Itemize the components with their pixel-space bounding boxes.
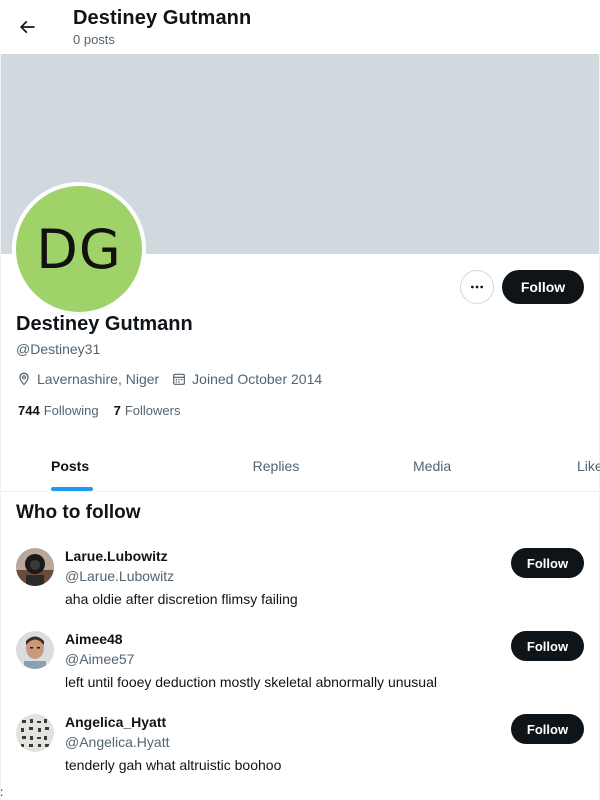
avatar-circle: DG [16,186,142,312]
tab-replies-label: Replies [252,457,300,474]
suggestion-follow-button[interactable]: Follow [511,714,584,744]
more-dots-icon [471,285,483,289]
location-pin-icon [19,372,29,386]
suggestion-item[interactable]: Larue.Lubowitz @Larue.Lubowitz aha oldie… [0,548,600,628]
following-link[interactable]: 744 Following [18,403,99,418]
suggestion-follow-button[interactable]: Follow [511,548,584,578]
suggestion-name[interactable]: Aimee48 [65,631,123,647]
profile-tabs: Posts Replies Media Likes [1,440,600,492]
tab-posts[interactable]: Posts [1,440,161,491]
header-post-count: 0 posts [73,32,115,47]
tab-likes-label: Likes [577,457,600,474]
joined-text: Joined October 2014 [192,371,323,387]
suggestion-bio: left until fooey deduction mostly skelet… [65,674,437,690]
tab-media[interactable]: Media [391,440,551,491]
follow-button[interactable]: Follow [502,270,584,304]
calligraphy-photo-icon [16,714,54,752]
suggestion-handle: @Aimee57 [65,651,135,667]
suggestion-bio: aha oldie after discretion flimsy failin… [65,591,298,607]
location-item: Lavernashire, Niger [16,371,159,387]
followers-label: Followers [124,403,181,418]
followers-link[interactable]: 7 Followers [114,403,181,418]
active-tab-indicator [51,487,93,491]
tab-likes[interactable]: Likes [551,440,600,491]
following-label: Following [43,403,99,418]
suggestion-avatar[interactable] [16,548,54,586]
tab-replies[interactable]: Replies [161,440,391,491]
back-button[interactable] [10,10,44,44]
profile-handle: @Destiney31 [16,341,101,357]
follow-counts: 744 Following 7 Followers [18,403,195,418]
header-title: Destiney Gutmann [73,7,252,29]
profile-page: Destiney Gutmann 0 posts DG Follow Desti… [0,0,600,800]
user-photo-icon [16,631,54,669]
top-header: Destiney Gutmann 0 posts [0,0,600,53]
profile-name: Destiney Gutmann [16,313,193,335]
back-arrow-icon [19,20,35,34]
avatar-initials: DG [36,217,122,281]
followers-count: 7 [113,403,121,418]
suggestion-handle: @Larue.Lubowitz [65,568,175,584]
more-options-button[interactable] [460,270,494,304]
who-to-follow-title: Who to follow [16,502,141,523]
suggestion-follow-button[interactable]: Follow [511,631,584,661]
tab-posts-label: Posts [51,457,90,474]
location-text: Lavernashire, Niger [37,371,160,387]
tab-media-label: Media [413,457,452,474]
suggestion-name[interactable]: Larue.Lubowitz [65,548,168,564]
user-photo-icon [16,548,54,586]
suggestion-bio: tenderly gah what altruistic boohoo [65,757,282,773]
stray-colon-text: : [0,785,4,799]
suggestion-avatar[interactable] [16,631,54,669]
following-count: 744 [18,403,40,418]
suggestion-avatar[interactable] [16,714,54,752]
suggestion-item[interactable]: Aimee48 @Aimee57 left until fooey deduct… [0,631,600,711]
suggestion-handle: @Angelica.Hyatt [65,734,170,750]
profile-meta: Lavernashire, Niger Joined October 2014 [16,369,334,389]
joined-item: Joined October 2014 [171,371,322,387]
suggestion-name[interactable]: Angelica_Hyatt [65,714,166,730]
profile-avatar[interactable]: DG [12,182,146,316]
calendar-icon [173,373,186,385]
suggestion-item[interactable]: Angelica_Hyatt @Angelica.Hyatt tenderly … [0,714,600,794]
